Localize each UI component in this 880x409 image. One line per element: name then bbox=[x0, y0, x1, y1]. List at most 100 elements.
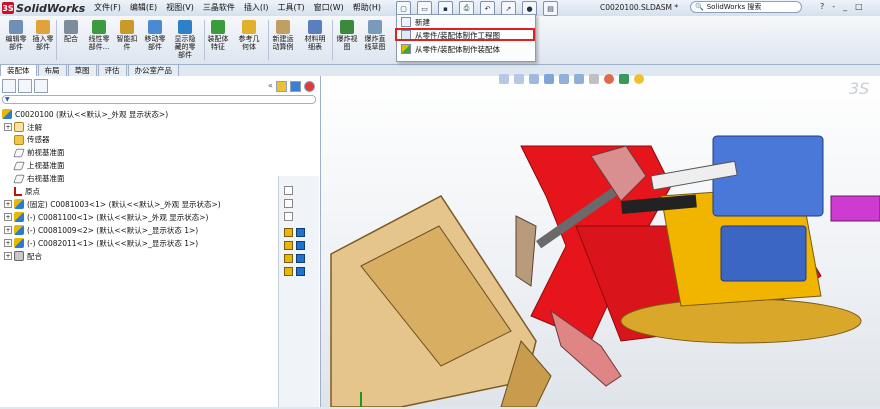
display-state-icon[interactable] bbox=[284, 212, 293, 221]
expand-toggle[interactable]: + bbox=[4, 239, 12, 248]
appearance-swatch-icon[interactable] bbox=[296, 254, 305, 263]
move-component-button[interactable]: 移动零部件 bbox=[142, 20, 168, 51]
tab-layout[interactable]: 布局 bbox=[37, 64, 67, 76]
zoom-area-icon[interactable] bbox=[514, 74, 524, 84]
solidworks-logo[interactable]: 3S SolidWorks bbox=[2, 1, 85, 15]
tree-item[interactable]: 上视基准面 bbox=[4, 160, 65, 172]
app-name: SolidWorks bbox=[16, 1, 86, 15]
options-icon[interactable]: ▤ bbox=[543, 1, 558, 16]
tree-root[interactable]: C0020100 (默认<<默认>_外观 显示状态>) bbox=[2, 108, 168, 120]
apply-scene-icon[interactable] bbox=[619, 74, 629, 84]
tab-sketch[interactable]: 草图 bbox=[67, 64, 97, 76]
restore-button[interactable]: □ bbox=[855, 2, 863, 11]
menu-item-new[interactable]: 新建 bbox=[401, 16, 430, 28]
view-settings-icon[interactable] bbox=[634, 74, 644, 84]
linear-pattern-button[interactable]: 线性零部件... bbox=[86, 20, 112, 51]
expand-toggle[interactable]: + bbox=[4, 252, 12, 260]
tree-item[interactable]: + 注解 bbox=[4, 121, 42, 133]
collapse-panel-icon[interactable]: « bbox=[268, 81, 273, 92]
feature-tree-icon[interactable] bbox=[2, 79, 16, 93]
filter-icon: ▼ bbox=[5, 96, 10, 103]
tab-evaluate[interactable]: 评估 bbox=[97, 64, 127, 76]
menu-view[interactable]: 视图(V) bbox=[166, 2, 194, 13]
exploded-view-button[interactable]: 爆炸视图 bbox=[334, 20, 360, 51]
insert-component-button[interactable]: 插入零部件 bbox=[30, 20, 56, 51]
part-icon bbox=[14, 238, 24, 249]
minimize-button[interactable]: _ bbox=[843, 2, 847, 11]
menu-help[interactable]: 帮助(H) bbox=[353, 2, 381, 13]
move-component-icon bbox=[148, 20, 162, 34]
appearance-icon[interactable] bbox=[289, 81, 301, 92]
expand-toggle[interactable]: + bbox=[4, 213, 12, 222]
panel-toolbar bbox=[2, 79, 48, 93]
sensor-icon bbox=[14, 134, 24, 145]
tab-office-products[interactable]: 办公室产品 bbox=[127, 64, 179, 76]
tree-item[interactable]: + (-) C0081009<2> (默认<<默认>_显示状态 1>) bbox=[4, 224, 198, 236]
display-state-icon[interactable] bbox=[284, 241, 293, 250]
menu-tools[interactable]: 工具(T) bbox=[277, 2, 304, 13]
explode-line-button[interactable]: 爆炸直线草图 bbox=[362, 20, 388, 51]
display-state-icon[interactable] bbox=[284, 267, 293, 276]
show-hidden-button[interactable]: 显示隐藏的零部件 bbox=[172, 20, 198, 59]
view-orientation-icon[interactable] bbox=[559, 74, 569, 84]
menu-window[interactable]: 窗口(W) bbox=[314, 2, 344, 13]
hide-show-icon[interactable] bbox=[589, 74, 599, 84]
menu-edit[interactable]: 编辑(E) bbox=[130, 2, 157, 13]
tree-item[interactable]: 原点 bbox=[4, 186, 40, 198]
tree-item[interactable]: + (-) C0081100<1> (默认<<默认>_外观 显示状态>) bbox=[4, 211, 208, 223]
menu-item-make-assembly[interactable]: 从零件/装配体制作装配体 bbox=[401, 43, 500, 55]
tree-item[interactable]: 传感器 bbox=[4, 134, 50, 146]
expand-toggle[interactable]: + bbox=[4, 226, 12, 235]
tab-assembly[interactable]: 装配体 bbox=[0, 64, 37, 76]
ribbon-button-label: 编辑零部件 bbox=[5, 35, 27, 51]
graphics-area[interactable]: 3S bbox=[321, 74, 880, 408]
origin-icon bbox=[14, 187, 22, 196]
display-state-icon[interactable] bbox=[284, 254, 293, 263]
expand-toggle[interactable]: + bbox=[4, 200, 12, 209]
search-box[interactable]: 🔍 SolidWorks 搜索 bbox=[690, 1, 802, 13]
exploded-view-icon bbox=[340, 20, 354, 34]
property-manager-icon[interactable] bbox=[18, 79, 32, 93]
tree-item[interactable]: + (-) C0082011<1> (默认<<默认>_显示状态 1>) bbox=[4, 237, 198, 249]
ribbon-separator bbox=[56, 20, 57, 60]
scene-icon[interactable] bbox=[303, 81, 315, 92]
appearance-swatch-icon[interactable] bbox=[296, 228, 305, 237]
display-pane-icon[interactable] bbox=[275, 81, 287, 92]
assembly-feature-button[interactable]: 装配体特征 bbox=[205, 20, 231, 51]
appearance-swatch-icon[interactable] bbox=[296, 241, 305, 250]
help-dropdown[interactable]: - bbox=[832, 2, 835, 11]
config-manager-icon[interactable] bbox=[34, 79, 48, 93]
motion-study-button[interactable]: 新建运动算例 bbox=[270, 20, 296, 51]
edit-component-button[interactable]: 编辑零部件 bbox=[3, 20, 29, 51]
display-style-icon[interactable] bbox=[574, 74, 584, 84]
svg-text:3S: 3S bbox=[849, 79, 869, 98]
zoom-to-fit-icon[interactable] bbox=[499, 74, 509, 84]
tree-item[interactable]: 右视基准面 bbox=[4, 173, 65, 185]
menu-plugin[interactable]: 三晶软件 bbox=[203, 2, 235, 13]
expand-toggle[interactable]: + bbox=[4, 123, 12, 131]
bom-button[interactable]: 材料明细表 bbox=[302, 20, 328, 51]
reference-geometry-button[interactable]: 参考几何体 bbox=[236, 20, 262, 51]
tree-filter[interactable]: ▼ bbox=[2, 95, 316, 104]
previous-view-icon[interactable] bbox=[529, 74, 539, 84]
tree-item-label: (-) C0082011<1> (默认<<默认>_显示状态 1>) bbox=[27, 238, 199, 248]
menu-file[interactable]: 文件(F) bbox=[94, 2, 121, 13]
ribbon-button-label: 配合 bbox=[64, 35, 78, 43]
tree-item[interactable]: + 配合 bbox=[4, 250, 42, 262]
help-button[interactable]: ? bbox=[820, 2, 824, 11]
menu-insert[interactable]: 插入(I) bbox=[244, 2, 269, 13]
smart-fastener-icon bbox=[120, 20, 134, 34]
edit-appearance-icon[interactable] bbox=[604, 74, 614, 84]
smart-fastener-button[interactable]: 智能扣件 bbox=[114, 20, 140, 51]
appearance-swatch-icon[interactable] bbox=[296, 267, 305, 276]
tree-item[interactable]: 前视基准面 bbox=[4, 147, 65, 159]
ribbon-button-label: 显示隐藏的零部件 bbox=[174, 35, 196, 59]
part-icon bbox=[14, 199, 24, 210]
display-state-icon[interactable] bbox=[284, 186, 293, 195]
display-state-icon[interactable] bbox=[284, 228, 293, 237]
section-view-icon[interactable] bbox=[544, 74, 554, 84]
display-state-icon[interactable] bbox=[284, 199, 293, 208]
plane-icon bbox=[13, 148, 25, 158]
mate-button[interactable]: 配合 bbox=[58, 20, 84, 43]
tree-item[interactable]: + (固定) C0081003<1> (默认<<默认>_外观 显示状态>) bbox=[4, 198, 221, 210]
